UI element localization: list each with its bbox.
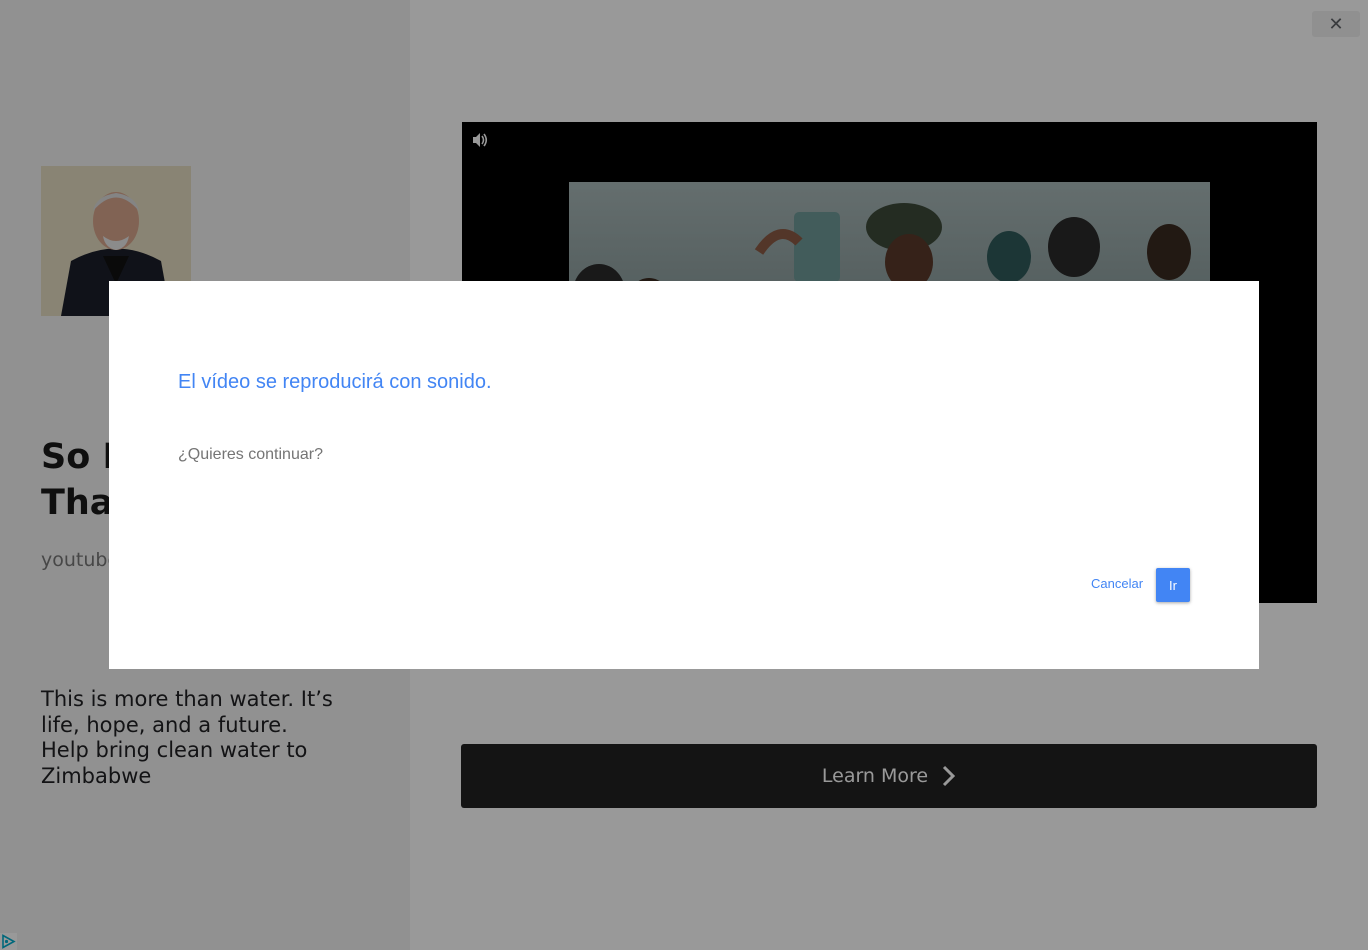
go-button[interactable]: Ir: [1156, 568, 1190, 602]
sound-confirm-dialog: El vídeo se reproducirá con sonido. ¿Qui…: [109, 281, 1259, 669]
dialog-message: ¿Quieres continuar?: [178, 446, 323, 463]
dialog-title: El vídeo se reproducirá con sonido.: [178, 371, 492, 393]
cancel-button[interactable]: Cancelar: [1084, 568, 1150, 600]
